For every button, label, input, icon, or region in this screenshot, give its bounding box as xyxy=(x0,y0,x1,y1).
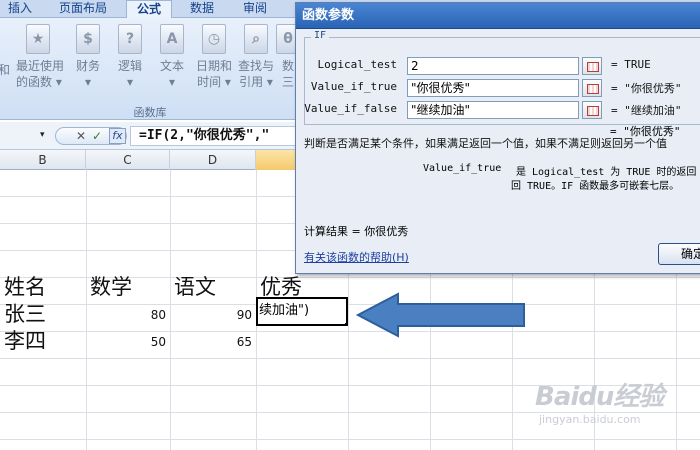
value-if-true-input[interactable]: "你很优秀" xyxy=(407,79,579,97)
logical-button[interactable]: ? 逻辑 ▾ xyxy=(108,24,152,110)
text-icon: A xyxy=(160,24,184,54)
arg-row-value-if-false: Value_if_false "继续加油" = "继续加油" xyxy=(297,101,700,119)
collapse-dialog-icon[interactable] xyxy=(582,57,602,75)
lookup-reference-button[interactable]: ⌕ 查找与 引用 ▾ xyxy=(234,24,278,110)
function-description: 判断是否满足某个条件，如果满足返回一个值，如果不满足则返回另一个值 xyxy=(304,137,667,150)
argument-description-line1: 是 Logical_test 为 TRUE 时的返回 xyxy=(516,167,697,178)
function-arguments-dialog: 函数参数 IF Logical_test 2 = TRUE Value_if_t… xyxy=(295,2,700,274)
tab-formulas[interactable]: 公式 xyxy=(126,0,172,19)
cell-math-row2[interactable]: 50 xyxy=(86,329,170,355)
date-time-icon: ◷ xyxy=(202,24,226,54)
date-time-button[interactable]: ◷ 日期和 时间 ▾ xyxy=(192,24,236,110)
collapse-dialog-icon[interactable] xyxy=(582,101,602,119)
header-cell-name[interactable]: 姓名 xyxy=(4,274,46,300)
cell-chinese-row1[interactable]: 90 xyxy=(170,302,256,328)
cell-math-row1[interactable]: 80 xyxy=(86,302,170,328)
arg-name-logical-test: Logical_test xyxy=(317,58,397,71)
arg-row-logical-test: Logical_test 2 = TRUE xyxy=(297,57,700,75)
active-cell-editor[interactable]: 续加油") xyxy=(256,297,348,326)
cancel-icon[interactable]: ✕ xyxy=(76,129,86,143)
value-if-false-input[interactable]: "继续加油" xyxy=(407,101,579,119)
insert-function-icon[interactable]: fx xyxy=(109,128,126,144)
watermark-brand: Baidu经验 xyxy=(535,382,664,412)
cell-chinese-row2[interactable]: 65 xyxy=(170,329,256,355)
watermark: Baidu经验 jingyan.baidu.com xyxy=(535,376,664,426)
logical-test-input[interactable]: 2 xyxy=(407,57,579,75)
header-cell-chinese[interactable]: 语文 xyxy=(174,274,216,300)
lookup-reference-icon: ⌕ xyxy=(244,24,268,54)
arg-name-value-if-true: Value_if_true xyxy=(310,80,397,93)
cell-name-row1[interactable]: 张三 xyxy=(4,301,46,327)
financial-button[interactable]: $ 财务 ▾ xyxy=(66,24,110,110)
formula-input[interactable]: =IF(2,"你很优秀"," xyxy=(130,126,300,146)
header-cell-math[interactable]: 数学 xyxy=(90,274,132,300)
tab-page-layout[interactable]: 页面布局 xyxy=(46,0,120,18)
text-button[interactable]: A 文本 ▾ xyxy=(150,24,194,110)
recent-functions-button[interactable]: ★ 最近使用 的函数 ▾ xyxy=(16,24,64,110)
column-header-d[interactable]: D xyxy=(170,150,256,170)
if-argument-group: IF Logical_test 2 = TRUE Value_if_true "… xyxy=(304,30,700,125)
recent-functions-icon: ★ xyxy=(26,24,50,54)
arg-result-value-if-false: = "继续加油" xyxy=(611,104,682,117)
arg-name-value-if-false: Value_if_false xyxy=(304,102,397,115)
collapse-dialog-icon[interactable] xyxy=(582,79,602,97)
ok-button[interactable]: 确定 xyxy=(658,243,700,265)
argument-description-name: Value_if_true xyxy=(423,163,502,174)
financial-icon: $ xyxy=(76,24,100,54)
column-header-b[interactable]: B xyxy=(0,150,86,170)
watermark-url: jingyan.baidu.com xyxy=(539,413,641,426)
column-header-c[interactable]: C xyxy=(86,150,170,170)
arg-result-logical-test: = TRUE xyxy=(611,58,651,71)
left-arrow-annotation xyxy=(356,292,525,338)
logical-icon: ? xyxy=(118,24,142,54)
arg-result-value-if-true: = "你很优秀" xyxy=(611,82,682,95)
function-name-label: IF xyxy=(311,30,330,41)
tab-insert[interactable]: 插入 xyxy=(0,0,40,18)
tab-review[interactable]: 审阅 xyxy=(232,0,278,18)
enter-check-icon[interactable]: ✓ xyxy=(92,129,102,143)
argument-description-line2: 回 TRUE。IF 函数最多可嵌套七层。 xyxy=(511,181,680,192)
function-help-link[interactable]: 有关该函数的帮助(H) xyxy=(304,249,409,265)
tab-data[interactable]: 数据 xyxy=(180,0,224,18)
dialog-title[interactable]: 函数参数 xyxy=(296,3,700,29)
calculation-result: 计算结果 = 你很优秀 xyxy=(304,225,409,238)
arg-row-value-if-true: Value_if_true "你很优秀" = "你很优秀" xyxy=(297,79,700,97)
cell-name-row2[interactable]: 李四 xyxy=(4,328,46,354)
group-label-function-library: 函数库 xyxy=(133,106,167,119)
name-box-dropdown-icon[interactable]: ▾ xyxy=(40,130,45,140)
